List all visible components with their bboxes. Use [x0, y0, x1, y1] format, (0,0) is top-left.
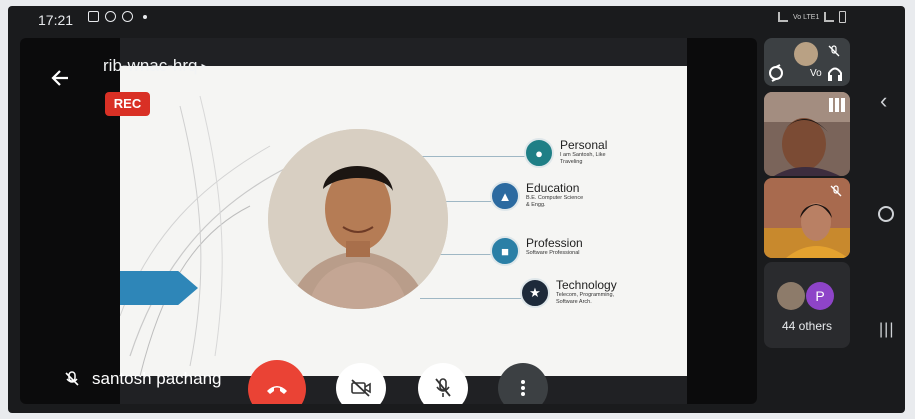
more-vert-icon: [521, 380, 525, 396]
participant-tile-self[interactable]: Vo: [764, 38, 850, 86]
participant-tile-3[interactable]: [764, 178, 850, 258]
status-system-icons: Vo LTE1: [778, 11, 847, 23]
record-icon: [122, 11, 133, 22]
battery-icon: [839, 11, 847, 23]
camera-off-icon: [351, 379, 371, 397]
nav-recents-icon[interactable]: |||: [879, 321, 894, 339]
switch-camera-icon[interactable]: [766, 64, 786, 86]
topic-title: Education: [526, 181, 580, 195]
topic-education: ▲ Education B.E. Computer Science & Engg…: [490, 181, 586, 211]
vo-label: Vo: [810, 68, 822, 79]
avatar: P: [806, 282, 834, 310]
topic-desc: I am Santosh, Like Traveling: [560, 152, 606, 165]
mic-off-icon: [828, 44, 840, 62]
briefcase-icon: ■: [490, 236, 520, 266]
topic-personal: ● Personal I am Santosh, Like Traveling: [524, 138, 620, 168]
caret-right-icon: ▸: [201, 61, 207, 73]
meeting-title[interactable]: rib-wnac-hrq ▸: [103, 56, 207, 76]
topic-title: Technology: [556, 278, 617, 292]
status-bar: 17:21 Vo LTE1: [8, 6, 868, 32]
mic-off-icon: [830, 184, 842, 202]
audio-level-icon: [828, 98, 846, 117]
topic-technology: ★ Technology Telecom, Programming, Softw…: [520, 278, 617, 308]
whatsapp-icon: [105, 11, 116, 22]
others-count-label: 44 others: [781, 319, 833, 333]
more-notifications-icon: [143, 14, 147, 19]
others-participants-tile[interactable]: P 44 others: [764, 262, 850, 348]
meeting-code: rib-wnac-hrq: [103, 56, 198, 75]
presentation-slide: ● Personal I am Santosh, Like Traveling …: [120, 66, 687, 376]
presenter-portrait: [268, 129, 448, 309]
nav-home-icon[interactable]: [878, 206, 894, 222]
topic-profession: ■ Profession Software Professional: [490, 236, 586, 266]
gallery-icon: [88, 11, 99, 22]
graduation-icon: ▲: [490, 181, 520, 211]
presentation-stage[interactable]: ● Personal I am Santosh, Like Traveling …: [20, 38, 757, 404]
person-icon: ●: [524, 138, 554, 168]
skills-icon: ★: [520, 278, 550, 308]
wifi-icon: [778, 12, 788, 22]
status-time: 17:21: [38, 12, 74, 28]
phone-screen: 17:21 Vo LTE1 ● Personal I am Santosh, L…: [8, 6, 905, 413]
presenter-name: santosh pachang: [92, 369, 222, 388]
topic-title: Profession: [526, 236, 583, 250]
mic-off-icon: [435, 378, 451, 397]
network-label: Vo LTE1: [793, 13, 820, 21]
topic-desc: B.E. Computer Science & Engg.: [526, 195, 584, 208]
presenter-label: santosh pachang: [64, 369, 222, 389]
participant-tile-2[interactable]: [764, 92, 850, 176]
phone-hangup-icon: [267, 386, 287, 394]
topic-title: Personal: [560, 138, 608, 152]
recording-badge: REC: [105, 92, 150, 116]
headphones-icon[interactable]: [826, 64, 844, 86]
android-nav-bar: ‹ |||: [868, 6, 905, 413]
back-arrow-icon[interactable]: [50, 68, 74, 92]
avatar: [794, 42, 818, 66]
signal-icon: [824, 12, 835, 22]
mic-off-icon: [64, 371, 80, 387]
avatar: [777, 282, 805, 310]
status-notification-icons: [88, 11, 147, 22]
nav-back-icon[interactable]: ‹: [880, 88, 887, 114]
topic-desc: Telecom, Programming, Software Arch.: [556, 292, 615, 305]
topic-desc: Software Professional: [526, 250, 580, 256]
